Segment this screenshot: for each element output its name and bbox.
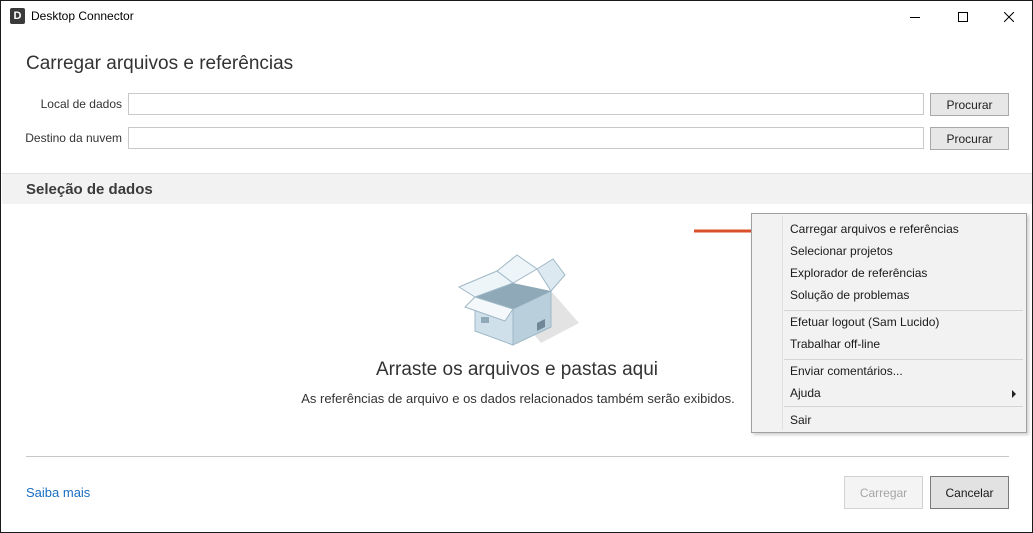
open-box-icon [457,254,579,346]
menu-separator [784,359,1023,360]
minimize-button[interactable] [892,1,938,32]
title-bar[interactable]: D Desktop Connector [1,1,1032,32]
menu-separator [784,310,1023,311]
menu-item-work-offline[interactable]: Trabalhar off-line [790,337,880,351]
section-title: Seleção de dados [26,181,153,198]
menu-gutter [782,216,783,430]
upload-button[interactable]: Carregar [844,476,923,509]
cloud-destination-label: Destino da nuvem [25,131,122,145]
dropzone-title: Arraste os arquivos e pastas aqui [376,359,658,380]
menu-item-select-projects[interactable]: Selecionar projetos [790,244,893,258]
menu-item-upload-files[interactable]: Carregar arquivos e referências [790,222,959,236]
browse-local-button[interactable]: Procurar [930,93,1009,116]
cloud-destination-input[interactable] [128,127,924,149]
maximize-icon [958,11,968,22]
submenu-chevron-right-icon [1012,390,1016,398]
local-data-label: Local de dados [40,97,122,111]
menu-item-reference-explorer[interactable]: Explorador de referências [790,266,927,280]
data-selection-header: Seleção de dados [2,173,1032,204]
footer-divider [26,456,1009,457]
desktop-connector-window: D Desktop Connector Carregar arquivos e … [0,0,1033,533]
page-title: Carregar arquivos e referências [26,53,294,74]
menu-item-send-feedback[interactable]: Enviar comentários... [790,364,903,378]
cancel-button[interactable]: Cancelar [930,476,1009,509]
window-title: Desktop Connector [31,9,134,23]
menu-item-exit[interactable]: Sair [790,413,811,427]
menu-separator [784,406,1023,407]
context-menu: Carregar arquivos e referências Selecion… [751,213,1027,433]
menu-item-logout[interactable]: Efetuar logout (Sam Lucido) [790,315,939,329]
learn-more-link[interactable]: Saiba mais [26,485,90,500]
close-button[interactable] [986,1,1032,32]
dropzone-subtitle: As referências de arquivo e os dados rel… [301,391,735,406]
minimize-icon [910,16,920,18]
desktop-connector-app-icon: D [10,8,25,24]
local-data-input[interactable] [128,93,924,115]
menu-item-help[interactable]: Ajuda [790,386,821,400]
close-icon [1004,11,1014,22]
browse-destination-button[interactable]: Procurar [930,127,1009,150]
maximize-button[interactable] [940,1,986,32]
menu-item-troubleshooting[interactable]: Solução de problemas [790,288,909,302]
